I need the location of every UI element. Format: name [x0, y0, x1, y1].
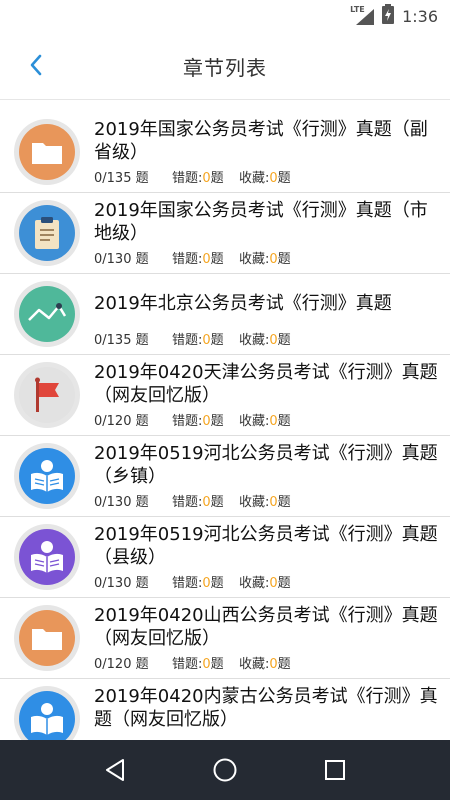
item-avatar [14, 200, 80, 266]
status-bar: LTE 1:36 [0, 0, 450, 32]
progress-count: 0/135 题 [94, 171, 149, 186]
item-title: 2019年0420天津公务员考试《行测》真题（网友回忆版） [94, 362, 438, 406]
favorite-count: 收藏:0题 [239, 333, 291, 348]
favorite-count: 收藏:0题 [239, 576, 291, 591]
page-title: 章节列表 [183, 56, 267, 80]
item-title: 2019年0519河北公务员考试《行测》真题（乡镇） [94, 443, 438, 487]
nav-home-button[interactable] [201, 746, 249, 794]
favorite-count: 收藏:0题 [239, 171, 291, 186]
item-meta: 0/120 题 错题:0题 收藏:0题 [94, 653, 291, 672]
list-item[interactable]: 2019年0519河北公务员考试《行测》真题（县级） 0/130 题 错题:0题… [0, 517, 450, 598]
error-count: 错题:0题 [172, 252, 224, 267]
list-item[interactable]: 2019年0420内蒙古公务员考试《行测》真题（网友回忆版） [0, 679, 450, 740]
progress-count: 0/120 题 [94, 657, 149, 672]
error-count: 错题:0题 [172, 333, 224, 348]
item-title: 2019年0420内蒙古公务员考试《行测》真题（网友回忆版） [94, 686, 438, 730]
progress-count: 0/135 题 [94, 333, 149, 348]
list-item[interactable]: 2019年0420山西公务员考试《行测》真题（网友回忆版） 0/120 题 错题… [0, 598, 450, 679]
clock: 1:36 [402, 6, 438, 26]
status-icons: LTE 1:36 [350, 4, 438, 28]
list-item[interactable]: 2019年国家公务员考试《行测》真题（市地级） 0/130 题 错题:0题 收藏… [0, 193, 450, 274]
list-item[interactable]: 2019年0420天津公务员考试《行测》真题（网友回忆版） 0/120 题 错题… [0, 355, 450, 436]
reader-icon [19, 529, 75, 585]
nav-recents-button[interactable] [311, 746, 359, 794]
error-count: 错题:0题 [172, 495, 224, 510]
progress-count: 0/120 题 [94, 414, 149, 429]
system-navigation-bar [0, 740, 450, 800]
error-count: 错题:0题 [172, 576, 224, 591]
nav-home-circle-icon [213, 758, 237, 782]
error-count: 错题:0题 [172, 657, 224, 672]
favorite-count: 收藏:0题 [239, 495, 291, 510]
item-avatar [14, 362, 80, 428]
list-item[interactable]: 2019年0519河北公务员考试《行测》真题（乡镇） 0/130 题 错题:0题… [0, 436, 450, 517]
list-item[interactable]: 2019年国家公务员考试《行测》真题（副省级） 0/135 题 错题:0题 收藏… [0, 112, 450, 193]
favorite-count: 收藏:0题 [239, 252, 291, 267]
nav-back-button[interactable] [91, 746, 139, 794]
folder-icon [19, 610, 75, 666]
item-avatar [14, 119, 80, 185]
signal-icon: LTE [350, 5, 376, 26]
item-title: 2019年国家公务员考试《行测》真题（市地级） [94, 200, 428, 244]
item-meta: 0/130 题 错题:0题 收藏:0题 [94, 572, 291, 591]
item-meta: 0/120 题 错题:0题 收藏:0题 [94, 410, 291, 429]
item-title: 2019年0420山西公务员考试《行测》真题（网友回忆版） [94, 605, 438, 649]
favorite-count: 收藏:0题 [239, 414, 291, 429]
progress-count: 0/130 题 [94, 252, 149, 267]
battery-icon [382, 4, 395, 28]
item-avatar [14, 443, 80, 509]
item-title: 2019年北京公务员考试《行测》真题 [94, 293, 392, 314]
item-title: 2019年0519河北公务员考试《行测》真题（县级） [94, 524, 438, 568]
favorite-count: 收藏:0题 [239, 657, 291, 672]
flag-icon [19, 367, 75, 423]
reader-icon [19, 448, 75, 504]
item-meta: 0/130 题 错题:0题 收藏:0题 [94, 248, 291, 267]
item-avatar [14, 524, 80, 590]
line-chart-icon [19, 286, 75, 342]
item-avatar [14, 281, 80, 347]
item-title: 2019年国家公务员考试《行测》真题（副省级） [94, 119, 428, 163]
item-meta: 0/135 题 错题:0题 收藏:0题 [94, 329, 291, 348]
clipboard-icon [19, 205, 75, 261]
error-count: 错题:0题 [172, 414, 224, 429]
chapter-list[interactable]: 2019年国家公务员考试《行测》真题（副省级） 0/135 题 错题:0题 收藏… [0, 112, 450, 740]
progress-count: 0/130 题 [94, 576, 149, 591]
nav-back-triangle-icon [106, 759, 124, 781]
nav-recents-square-icon [325, 760, 345, 780]
item-avatar [14, 605, 80, 671]
error-count: 错题:0题 [172, 171, 224, 186]
progress-count: 0/130 题 [94, 495, 149, 510]
item-meta: 0/135 题 错题:0题 收藏:0题 [94, 167, 291, 186]
list-item[interactable]: 2019年北京公务员考试《行测》真题 0/135 题 错题:0题 收藏:0题 [0, 274, 450, 355]
item-avatar [14, 686, 80, 740]
folder-icon [19, 124, 75, 180]
reader-icon [19, 691, 75, 740]
item-meta: 0/130 题 错题:0题 收藏:0题 [94, 491, 291, 510]
header: 章节列表 [0, 32, 450, 100]
